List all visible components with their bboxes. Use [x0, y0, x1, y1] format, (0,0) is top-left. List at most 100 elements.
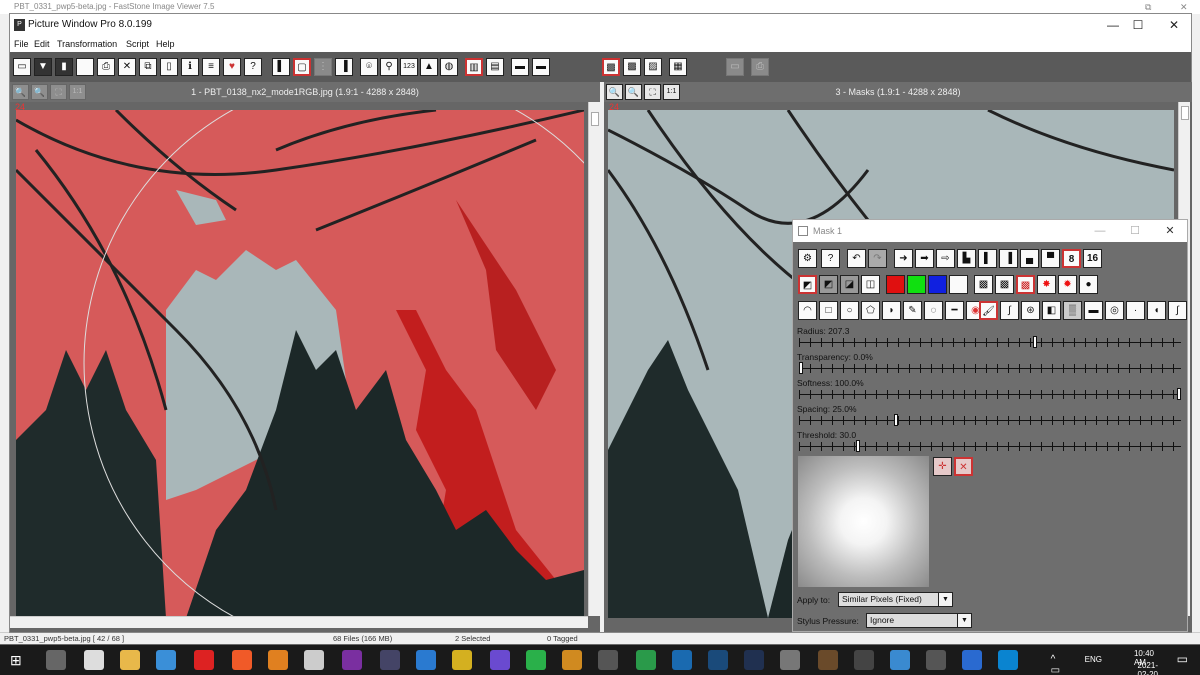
- app-icon-8[interactable]: [562, 650, 582, 670]
- pdf-icon[interactable]: [194, 650, 214, 670]
- app-icon-11[interactable]: [672, 650, 692, 670]
- import-mask-icon[interactable]: ▙: [957, 249, 976, 268]
- start-icon[interactable]: ⊞: [10, 650, 30, 670]
- checker-small-icon[interactable]: ▩: [974, 275, 993, 294]
- ellipse-tool-icon[interactable]: ○: [840, 301, 859, 320]
- checker-icon[interactable]: ▩: [623, 58, 641, 76]
- app-icon-7[interactable]: [526, 650, 546, 670]
- app-icon-10[interactable]: [636, 650, 656, 670]
- mask-close-icon[interactable]: ✕: [1155, 220, 1185, 242]
- line-tool-icon[interactable]: ━: [945, 301, 964, 320]
- circle-black-icon[interactable]: ●: [1079, 275, 1098, 294]
- magnifier-icon[interactable]: ⚲: [380, 58, 398, 76]
- transparency-knob[interactable]: [799, 362, 803, 374]
- shield-tool-icon[interactable]: ◖: [1147, 301, 1166, 320]
- split-v-dark-icon[interactable]: ▌: [978, 249, 997, 268]
- notification-icon[interactable]: ▭: [1177, 652, 1188, 666]
- blank-icon[interactable]: [76, 58, 94, 76]
- app-icon-19[interactable]: [962, 650, 982, 670]
- view-overlay-icon[interactable]: ◩: [798, 275, 817, 294]
- histogram-icon[interactable]: ▲: [420, 58, 438, 76]
- tray-icons[interactable]: ^ ▭ ◔ ♪: [1051, 654, 1060, 675]
- half-tool-icon[interactable]: ◧: [1042, 301, 1061, 320]
- color-green-icon[interactable]: [907, 275, 926, 294]
- dot-tool-icon[interactable]: ·: [1126, 301, 1145, 320]
- zoom-out-icon[interactable]: 🔍: [31, 84, 48, 100]
- color-red-icon[interactable]: [886, 275, 905, 294]
- mask-help-icon[interactable]: ?: [821, 249, 840, 268]
- softness-knob[interactable]: [1177, 388, 1181, 400]
- arrow-right-outline-icon[interactable]: ⇨: [936, 249, 955, 268]
- radial-tool-icon[interactable]: ◎: [1105, 301, 1124, 320]
- maximize-button[interactable]: ☐: [1118, 14, 1158, 36]
- hatch-icon[interactable]: ▨: [644, 58, 662, 76]
- monitor-icon[interactable]: ▭: [726, 58, 744, 76]
- spacing-knob[interactable]: [893, 414, 898, 426]
- stylus-pressure-select[interactable]: Ignore ▼: [866, 613, 972, 628]
- file-icon[interactable]: [84, 650, 104, 670]
- list-icon[interactable]: ≡: [202, 58, 220, 76]
- left-image[interactable]: [16, 110, 584, 618]
- left-scroll-thumb[interactable]: [591, 112, 599, 126]
- chevron-down-icon[interactable]: ▼: [957, 614, 971, 627]
- transparency-slider[interactable]: [799, 362, 1181, 374]
- close-button[interactable]: ✕: [1154, 14, 1194, 36]
- app-icon-17[interactable]: [890, 650, 910, 670]
- settings-icon[interactable]: ⚙: [798, 249, 817, 268]
- app-icon-6[interactable]: [490, 650, 510, 670]
- layout-single-icon[interactable]: ▢: [293, 58, 311, 76]
- app-icon-2[interactable]: [342, 650, 362, 670]
- gradient-red-icon[interactable]: ▬: [532, 58, 550, 76]
- curve-tool-icon[interactable]: ∫: [1000, 301, 1019, 320]
- apply-to-select[interactable]: Similar Pixels (Fixed) ▼: [838, 592, 953, 607]
- zoom-out-icon[interactable]: 🔍: [625, 84, 642, 100]
- checker-red-small-icon[interactable]: ▩: [995, 275, 1014, 294]
- radius-slider[interactable]: [799, 336, 1181, 348]
- close-image-icon[interactable]: ✕: [118, 58, 136, 76]
- menu-help[interactable]: Help: [156, 36, 175, 52]
- right-scroll-thumb[interactable]: [1181, 106, 1189, 120]
- arrow-right-bold-icon[interactable]: ➡: [915, 249, 934, 268]
- actual-size-icon[interactable]: 1:1: [663, 84, 680, 100]
- sd-card-icon[interactable]: ▮: [55, 58, 73, 76]
- remove-point-icon[interactable]: ✕: [954, 457, 973, 476]
- split-h-dark-icon[interactable]: ▄: [1020, 249, 1039, 268]
- store-icon[interactable]: [46, 650, 66, 670]
- checker-red-selected-icon[interactable]: ▩: [1016, 275, 1035, 294]
- burst-red-2-icon[interactable]: ✹: [1058, 275, 1077, 294]
- bit-16-button[interactable]: 16: [1083, 249, 1102, 268]
- new-icon[interactable]: ▭: [13, 58, 31, 76]
- split-v-light-icon[interactable]: ▐: [999, 249, 1018, 268]
- view-image-icon[interactable]: ◫: [861, 275, 880, 294]
- faststone-close-icon[interactable]: ✕: [1180, 0, 1188, 14]
- menu-file[interactable]: File: [14, 36, 29, 52]
- layout-dim-icon[interactable]: ⋮: [314, 58, 332, 76]
- pen-tool-icon[interactable]: ✎: [903, 301, 922, 320]
- picture-window-taskbar-icon[interactable]: [304, 650, 324, 670]
- copy-icon[interactable]: ⧉: [139, 58, 157, 76]
- zoom-in-icon[interactable]: 🔍: [12, 84, 29, 100]
- spacing-slider[interactable]: [799, 414, 1181, 426]
- redo-icon[interactable]: ↷: [868, 249, 887, 268]
- app-icon-16[interactable]: [854, 650, 874, 670]
- language-indicator[interactable]: ENG: [1085, 655, 1102, 664]
- zoom-in-icon[interactable]: 🔍: [606, 84, 623, 100]
- grid-icon[interactable]: ▦: [669, 58, 687, 76]
- gradient-tool-icon[interactable]: ▬: [1084, 301, 1103, 320]
- explorer-icon[interactable]: [120, 650, 140, 670]
- app-icon-9[interactable]: [598, 650, 618, 670]
- fit-icon[interactable]: ⛶: [644, 84, 661, 100]
- actual-size-icon[interactable]: 1:1: [69, 84, 86, 100]
- mask-minimize-icon[interactable]: —: [1085, 220, 1115, 242]
- spline-tool-icon[interactable]: ∫: [1168, 301, 1187, 320]
- mask-maximize-icon[interactable]: ☐: [1120, 220, 1150, 242]
- color-blue-icon[interactable]: [928, 275, 947, 294]
- wand-tool-icon[interactable]: ⊛: [1021, 301, 1040, 320]
- app-icon-13[interactable]: [744, 650, 764, 670]
- info-icon[interactable]: ℹ: [181, 58, 199, 76]
- threshold-slider[interactable]: [799, 440, 1181, 452]
- threshold-knob[interactable]: [855, 440, 860, 452]
- brave-icon[interactable]: [232, 650, 252, 670]
- app-icon-1[interactable]: [268, 650, 288, 670]
- polygon-tool-icon[interactable]: ⬠: [861, 301, 880, 320]
